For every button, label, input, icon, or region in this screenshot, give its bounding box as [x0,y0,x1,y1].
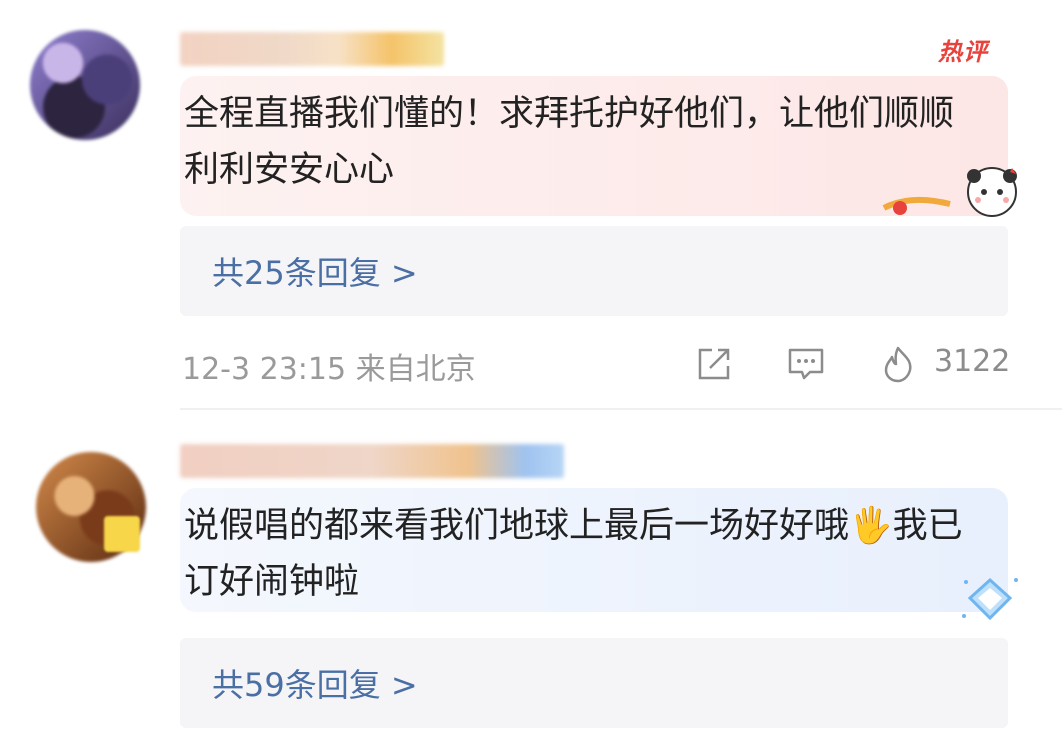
hot-comment-badge: 热评 [938,38,988,66]
divider [180,408,1062,410]
avatar-badge [104,516,140,552]
comment-text: 全程直播我们懂的！求拜托护好他们，让他们顺顺利利安安心心 [184,94,955,190]
comment-meta: 12-3 23:15 来自北京 [182,352,476,387]
like-count: 3122 [934,344,1011,379]
comment-icon[interactable] [786,344,826,384]
view-replies-button[interactable]: 共25条回复 > [180,226,1008,316]
username-blurred[interactable] [180,444,564,478]
diamond-sticker-icon [962,577,1018,621]
username-blurred[interactable] [180,32,444,66]
fire-like-icon[interactable] [878,344,918,384]
replies-label: 共25条回复 > [212,254,418,292]
view-replies-button[interactable]: 共59条回复 > [180,638,1008,728]
share-icon[interactable] [694,344,734,384]
replies-label: 共59条回复 > [212,666,418,704]
comment-text: 说假唱的都来看我们地球上最后一场好好哦🖐我已订好闹钟啦 [184,506,963,602]
avatar[interactable] [30,30,140,140]
panda-sticker-icon [882,167,1017,217]
